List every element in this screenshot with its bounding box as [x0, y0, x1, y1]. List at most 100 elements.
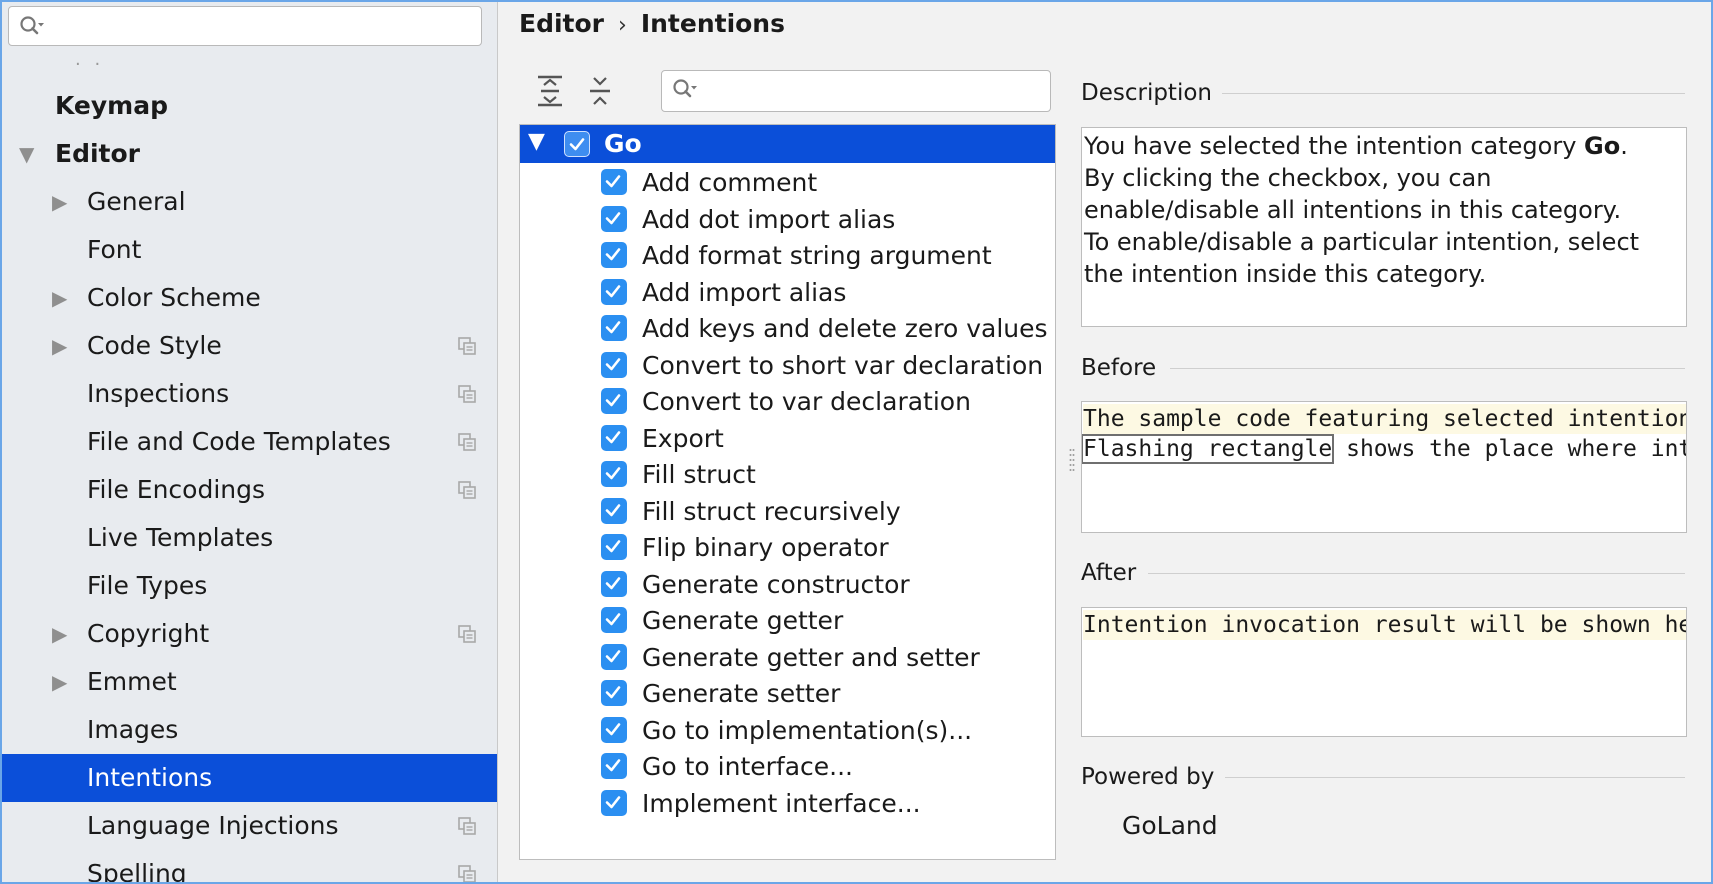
check-icon [605, 211, 621, 224]
collapsed-arrow-icon[interactable]: ▶ [52, 322, 67, 370]
checkbox[interactable] [601, 607, 627, 633]
sidebar-item-color-scheme[interactable]: ▶ Color Scheme [2, 274, 497, 322]
checkbox[interactable] [601, 497, 627, 524]
sidebar-item-images[interactable]: Images [2, 706, 497, 754]
sidebar-item-label: Color Scheme [87, 283, 261, 312]
checkbox[interactable] [601, 534, 627, 560]
breadcrumb: Editor › Intentions [519, 6, 785, 44]
sidebar-item-label: Copyright [87, 619, 210, 648]
checkbox[interactable] [601, 424, 627, 451]
check-icon [605, 503, 621, 516]
sidebar-item-emmet[interactable]: ▶ Emmet [2, 658, 497, 706]
checkbox[interactable] [601, 205, 627, 232]
checkbox[interactable] [601, 570, 627, 597]
project-scope-icon [458, 817, 476, 835]
sidebar-item-language-injections[interactable]: Language Injections [2, 802, 497, 850]
checkbox[interactable] [601, 278, 627, 305]
checkbox[interactable] [601, 351, 627, 378]
sidebar-item-code-style[interactable]: ▶ Code Style [2, 322, 497, 370]
sidebar-item-keymap[interactable]: Keymap [2, 82, 497, 130]
tree-item[interactable]: Add format string argument [520, 236, 1055, 276]
checkbox[interactable] [601, 461, 627, 487]
tree-item[interactable]: Generate getter and setter [520, 638, 1055, 678]
tree-item[interactable]: Add import alias [520, 273, 1055, 313]
sidebar-item-live-templates[interactable]: Live Templates [2, 514, 497, 562]
tree-item[interactable]: Generate getter [520, 601, 1055, 641]
checkbox[interactable] [601, 242, 627, 268]
tree-root-go[interactable]: ▼ Go [520, 125, 1055, 163]
splitter-handle[interactable] [1069, 448, 1075, 476]
powered-by-value: GoLand [1122, 811, 1218, 840]
tree-item[interactable]: Generate setter [520, 674, 1055, 714]
divider [1170, 368, 1685, 369]
tree-search-input[interactable] [661, 70, 1051, 112]
check-icon [605, 540, 621, 553]
collapsed-arrow-icon[interactable]: ▶ [52, 178, 67, 226]
tree-item[interactable]: Add comment [520, 163, 1055, 203]
project-scope-icon [458, 625, 476, 643]
expand-all-icon[interactable] [534, 74, 566, 108]
sidebar-search-input[interactable] [8, 6, 482, 46]
checkbox[interactable] [601, 315, 627, 341]
tree-item-label: Add keys and delete zero values [642, 314, 1048, 343]
tree-item[interactable]: Fill struct [520, 455, 1055, 495]
tree-item[interactable]: Convert to var declaration [520, 382, 1055, 422]
sidebar-item-copyright[interactable]: ▶ Copyright [2, 610, 497, 658]
checkbox[interactable] [601, 388, 627, 414]
tree-item[interactable]: Add keys and delete zero values [520, 309, 1055, 349]
sidebar-item-font[interactable]: Font [2, 226, 497, 274]
tree-item-label: Fill struct [642, 460, 756, 489]
breadcrumb-separator: › [618, 13, 627, 38]
checkbox[interactable] [601, 753, 627, 779]
check-icon [605, 795, 621, 808]
collapsed-arrow-icon[interactable]: ▶ [52, 658, 67, 706]
collapsed-arrow-icon[interactable]: ▶ [52, 274, 67, 322]
check-icon [605, 613, 621, 626]
check-icon [569, 138, 585, 151]
collapsed-arrow-icon[interactable]: ▶ [52, 610, 67, 658]
project-scope-icon [458, 337, 476, 355]
sidebar-item-file-encodings[interactable]: File Encodings [2, 466, 497, 514]
description-title: Description [1081, 80, 1212, 106]
breadcrumb-parent[interactable]: Editor [519, 9, 604, 38]
checkbox[interactable] [601, 643, 627, 670]
tree-item[interactable]: Generate constructor [520, 565, 1055, 605]
sidebar-item-inspections[interactable]: Inspections [2, 370, 497, 418]
project-scope-icon [458, 385, 476, 403]
tree-item[interactable]: Go to implementation(s)... [520, 711, 1055, 751]
sidebar-item-general[interactable]: ▶ General [2, 178, 497, 226]
check-icon [605, 759, 621, 772]
checkbox[interactable] [601, 789, 627, 816]
tree-item[interactable]: Fill struct recursively [520, 492, 1055, 532]
check-icon [605, 394, 621, 407]
checkbox[interactable] [601, 716, 627, 743]
sidebar-item-file-and-code-templates[interactable]: File and Code Templates [2, 418, 497, 466]
intentions-tree[interactable]: ▼ Go Add comment Add dot import alias Add … [519, 124, 1056, 860]
tree-item-label: Add import alias [642, 277, 847, 307]
expanded-arrow-icon[interactable]: ▼ [528, 129, 545, 154]
tree-item[interactable]: Convert to short var declaration [520, 346, 1055, 386]
checkbox[interactable] [601, 680, 627, 706]
tree-item[interactable]: Implement interface... [520, 784, 1055, 824]
check-icon [605, 722, 621, 735]
sidebar-item-spelling[interactable]: Spelling [2, 850, 497, 882]
tree-item[interactable]: Add dot import alias [520, 200, 1055, 240]
expanded-arrow-icon[interactable]: ▼ [19, 130, 34, 178]
sidebar-item-label: Font [87, 235, 142, 264]
sidebar-item-file-types[interactable]: File Types [2, 562, 497, 610]
tree-item[interactable]: Flip binary operator [520, 528, 1055, 568]
sidebar-item-intentions[interactable]: Intentions [2, 754, 497, 802]
collapse-all-icon[interactable] [584, 74, 616, 108]
check-icon [605, 649, 621, 662]
tree-item[interactable]: Export [520, 419, 1055, 459]
check-icon [605, 284, 621, 297]
sidebar-item-label: Editor [55, 139, 140, 168]
after-code-line: Intention invocation result will be show… [1083, 610, 1687, 640]
sidebar-item-editor[interactable]: ▼ Editor [2, 130, 497, 178]
description-line: You have selected the intention category… [1084, 132, 1628, 160]
tree-item[interactable]: Go to interface... [520, 747, 1055, 787]
checkbox-root[interactable] [564, 131, 590, 157]
checkbox[interactable] [601, 169, 627, 195]
sidebar-item-label: Images [87, 715, 179, 744]
description-line: By clicking the checkbox, you can [1084, 164, 1492, 192]
